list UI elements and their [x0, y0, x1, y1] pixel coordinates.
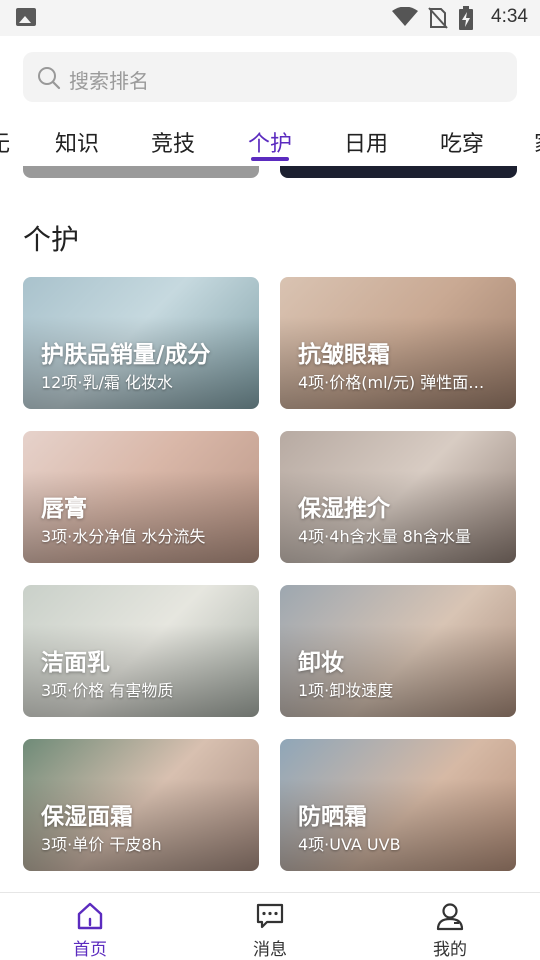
nav-home-label: 首页 — [73, 940, 107, 960]
card-moisturizer-picks[interactable]: 保湿推介 4项·4h含水量 8h含水量 — [280, 431, 516, 563]
wifi-icon — [392, 7, 418, 26]
nav-messages[interactable]: 消息 — [220, 901, 320, 960]
category-tabs: 无 知识 竞技 个护 日用 吃穿 家 — [0, 112, 540, 174]
card-sunscreen[interactable]: 防晒霜 4项·UVA UVB — [280, 739, 516, 871]
search-placeholder: 搜索排名 — [69, 69, 149, 93]
battery-charging-icon — [459, 6, 473, 30]
card-lip-balm[interactable]: 唇膏 3项·水分净值 水分流失 — [23, 431, 259, 563]
tab-food-clothing[interactable]: 吃穿 — [440, 126, 484, 158]
nav-home[interactable]: 首页 — [40, 901, 140, 960]
card-subtitle: 12项·乳/霜 化妆水 — [41, 373, 173, 392]
card-title: 卸妆 — [298, 650, 344, 676]
card-makeup-remover[interactable]: 卸妆 1项·卸妆速度 — [280, 585, 516, 717]
tab-knowledge[interactable]: 知识 — [55, 126, 99, 158]
tab-partial-left[interactable]: 无 — [0, 126, 10, 158]
profile-icon — [436, 903, 464, 931]
home-icon — [77, 902, 103, 930]
search-bar[interactable]: 搜索排名 — [23, 52, 517, 102]
card-subtitle: 3项·单价 干皮8h — [41, 835, 162, 854]
tab-home[interactable]: 家 — [534, 126, 540, 158]
card-title: 抗皱眼霜 — [298, 342, 390, 368]
tab-competition[interactable]: 竞技 — [151, 126, 195, 158]
card-subtitle: 1项·卸妆速度 — [298, 681, 394, 700]
bottom-nav: 首页 消息 我的 — [0, 892, 540, 960]
card-title: 保湿推介 — [298, 496, 390, 522]
nav-messages-label: 消息 — [253, 940, 287, 960]
no-sim-icon — [428, 7, 448, 29]
card-facial-cleanser[interactable]: 洁面乳 3项·价格 有害物质 — [23, 585, 259, 717]
card-eye-cream[interactable]: 抗皱眼霜 4项·价格(ml/元) 弹性面… — [280, 277, 516, 409]
card-moisturizing-cream[interactable]: 保湿面霜 3项·单价 干皮8h — [23, 739, 259, 871]
card-title: 保湿面霜 — [41, 804, 133, 830]
tab-active-indicator — [251, 157, 289, 161]
search-icon — [38, 67, 61, 90]
gallery-notification-icon — [16, 8, 36, 26]
nav-profile[interactable]: 我的 — [400, 901, 500, 960]
section-title: 个护 — [23, 223, 80, 256]
card-skincare-sales[interactable]: 护肤品销量/成分 12项·乳/霜 化妆水 — [23, 277, 259, 409]
card-title: 洁面乳 — [41, 650, 110, 676]
card-subtitle: 3项·价格 有害物质 — [41, 681, 174, 700]
card-title: 护肤品销量/成分 — [41, 342, 211, 368]
message-icon — [256, 903, 284, 929]
card-subtitle: 4项·价格(ml/元) 弹性面… — [298, 373, 485, 392]
card-title: 防晒霜 — [298, 804, 367, 830]
tab-daily-use[interactable]: 日用 — [344, 126, 388, 158]
nav-profile-label: 我的 — [433, 940, 467, 960]
previous-card-bottom-left[interactable] — [23, 166, 259, 178]
status-bar: 4:34 — [0, 0, 540, 36]
tab-personal-care[interactable]: 个护 — [248, 126, 292, 158]
status-time: 4:34 — [491, 6, 528, 27]
card-subtitle: 4项·4h含水量 8h含水量 — [298, 527, 471, 546]
card-subtitle: 4项·UVA UVB — [298, 835, 401, 854]
card-title: 唇膏 — [41, 496, 87, 522]
previous-card-bottom-right[interactable] — [280, 166, 517, 178]
card-subtitle: 3项·水分净值 水分流失 — [41, 527, 206, 546]
